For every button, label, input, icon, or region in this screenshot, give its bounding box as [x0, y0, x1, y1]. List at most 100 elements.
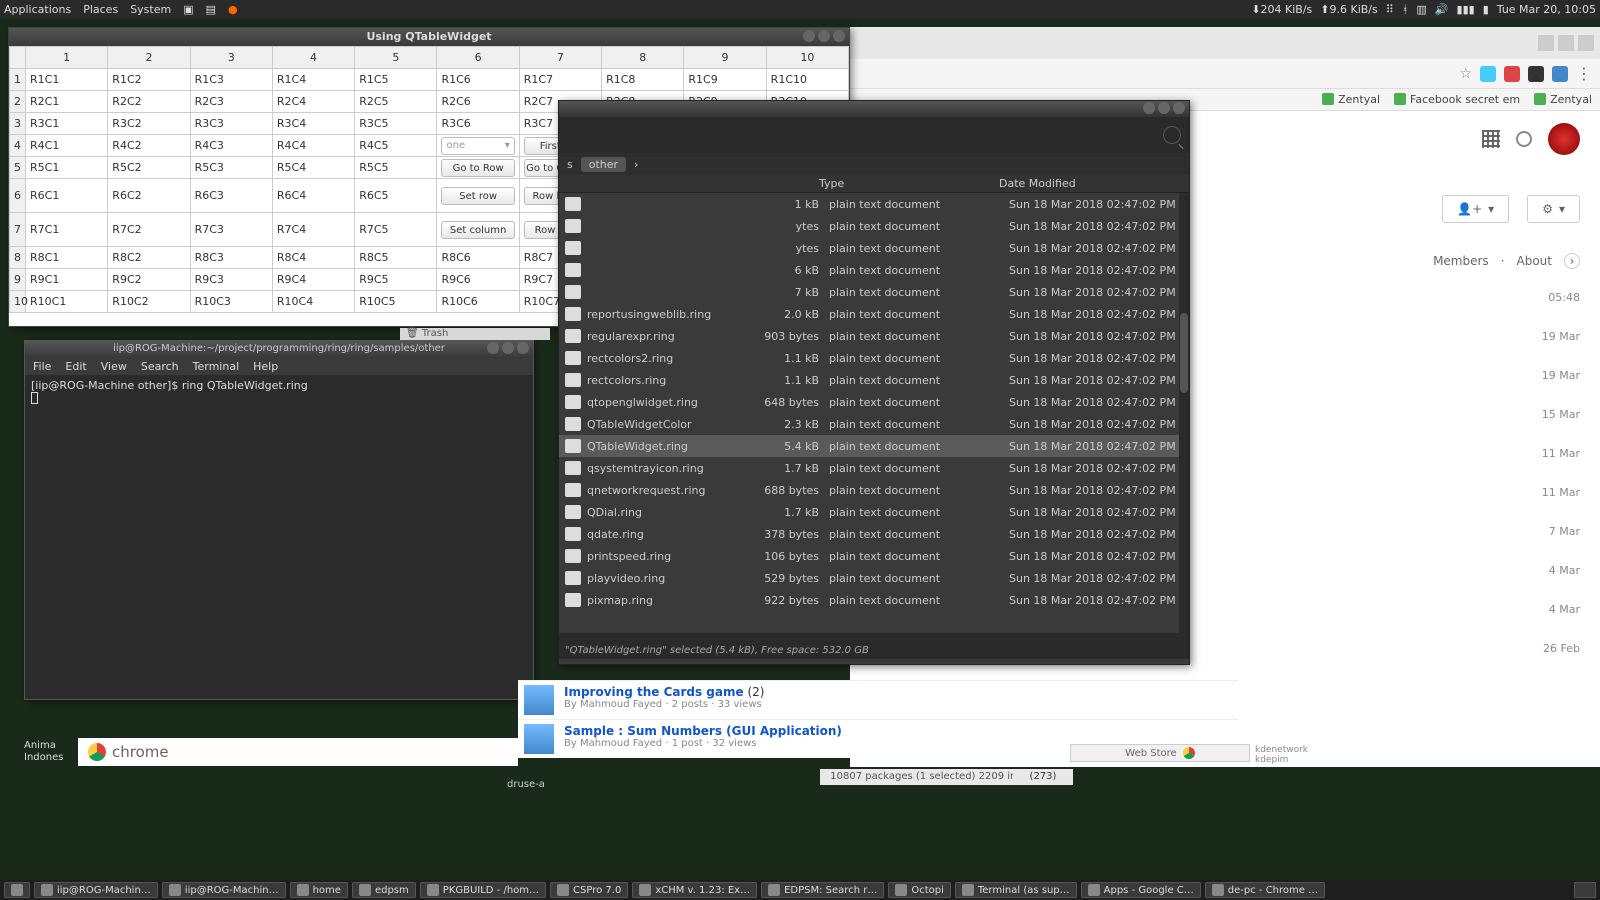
taskbar-button[interactable]: de-pc - Chrome …: [1205, 882, 1325, 898]
table-cell[interactable]: R5C3: [190, 157, 272, 179]
menu-search[interactable]: Search: [141, 360, 179, 373]
window-close-icon[interactable]: [833, 30, 845, 42]
table-cell[interactable]: R6C3: [190, 179, 272, 213]
table-cell[interactable]: R10C3: [190, 291, 272, 313]
taskbar-button[interactable]: iip@ROG-Machin…: [162, 882, 286, 898]
combobox[interactable]: one▾: [441, 137, 514, 155]
fm-file-row[interactable]: qdate.ring378 bytesplain text documentSu…: [559, 523, 1189, 545]
table-cell[interactable]: R4C2: [108, 135, 190, 157]
table-cell[interactable]: R10C1: [26, 291, 108, 313]
table-cell[interactable]: R10C5: [355, 291, 437, 313]
window-maximize-icon[interactable]: [502, 342, 514, 354]
network-icon[interactable]: ▮▮▮: [1457, 3, 1475, 16]
set-column-button[interactable]: Set column: [441, 221, 514, 239]
taskbar-button[interactable]: home: [290, 882, 348, 898]
scrollbar-horizontal[interactable]: [559, 633, 1189, 643]
fm-file-row[interactable]: ytesplain text documentSun 18 Mar 2018 0…: [559, 215, 1189, 237]
star-icon[interactable]: ☆: [1459, 66, 1472, 82]
menu-terminal[interactable]: Terminal: [193, 360, 240, 373]
taskbar-button[interactable]: Terminal (as sup…: [955, 882, 1077, 898]
table-cell[interactable]: R10C2: [108, 291, 190, 313]
table-cell[interactable]: R5C4: [272, 157, 354, 179]
table-cell[interactable]: R2C1: [26, 91, 108, 113]
table-cell[interactable]: R1C7: [519, 69, 601, 91]
chevron-right-icon[interactable]: ›: [1564, 253, 1580, 269]
table-cell[interactable]: R1C4: [272, 69, 354, 91]
breadcrumb-current[interactable]: other: [581, 157, 626, 172]
window-titlebar[interactable]: iip@ROG-Machine:~/project/programming/ri…: [25, 341, 533, 357]
apps-grid-icon[interactable]: [1482, 130, 1500, 148]
table-cell[interactable]: R1C8: [602, 69, 684, 91]
fm-file-row[interactable]: 6 kBplain text documentSun 18 Mar 2018 0…: [559, 259, 1189, 281]
table-cell[interactable]: R8C4: [272, 247, 354, 269]
menu-file[interactable]: File: [33, 360, 51, 373]
table-cell[interactable]: R3C6: [437, 113, 519, 135]
settings-button[interactable]: ⚙ ▾: [1527, 195, 1580, 223]
table-cell[interactable]: R1C2: [108, 69, 190, 91]
tray-icon[interactable]: ▤: [206, 3, 216, 16]
table-cell[interactable]: R2C5: [355, 91, 437, 113]
fm-file-row[interactable]: 1 kBplain text documentSun 18 Mar 2018 0…: [559, 193, 1189, 215]
chrome-urlbar[interactable]: ☆ ⋮: [850, 59, 1600, 89]
table-cell[interactable]: R9C1: [26, 269, 108, 291]
taskbar-button[interactable]: edpsm: [352, 882, 416, 898]
workspace-switcher[interactable]: [1574, 882, 1596, 898]
go-to-row-button[interactable]: Go to Row: [441, 159, 514, 177]
taskbar-button[interactable]: PKGBUILD - /hom…: [420, 882, 546, 898]
table-cell[interactable]: R3C1: [26, 113, 108, 135]
fm-file-row[interactable]: pixmap.ring922 bytesplain text documentS…: [559, 589, 1189, 611]
window-minimize-icon[interactable]: [803, 30, 815, 42]
taskbar-button[interactable]: iip@ROG-Machin…: [34, 882, 158, 898]
table-cell[interactable]: R6C4: [272, 179, 354, 213]
battery-icon[interactable]: ▮: [1483, 3, 1489, 16]
menu-applications[interactable]: Applications: [4, 3, 71, 16]
table-cell[interactable]: R3C5: [355, 113, 437, 135]
table-cell[interactable]: R1C5: [355, 69, 437, 91]
fm-file-row[interactable]: printspeed.ring106 bytesplain text docum…: [559, 545, 1189, 567]
table-cell[interactable]: R7C3: [190, 213, 272, 247]
table-cell[interactable]: R10C4: [272, 291, 354, 313]
window-close-icon[interactable]: [517, 342, 529, 354]
fm-file-row[interactable]: playvideo.ring529 bytesplain text docume…: [559, 567, 1189, 589]
search-icon[interactable]: [1163, 126, 1181, 144]
table-cell[interactable]: R4C4: [272, 135, 354, 157]
table-cell[interactable]: R8C5: [355, 247, 437, 269]
fm-file-row[interactable]: ytesplain text documentSun 18 Mar 2018 0…: [559, 237, 1189, 259]
extension-icon[interactable]: [1528, 66, 1544, 82]
taskbar-button[interactable]: CSPro 7.0: [550, 882, 628, 898]
table-cell[interactable]: R9C5: [355, 269, 437, 291]
fm-file-row[interactable]: reportusingweblib.ring2.0 kBplain text d…: [559, 303, 1189, 325]
fm-file-row[interactable]: rectcolors2.ring1.1 kBplain text documen…: [559, 347, 1189, 369]
tray-icon[interactable]: ▥: [1416, 3, 1426, 16]
notifications-icon[interactable]: [1516, 131, 1532, 147]
menu-places[interactable]: Places: [83, 3, 118, 16]
table-cell[interactable]: R8C3: [190, 247, 272, 269]
menu-edit[interactable]: Edit: [65, 360, 86, 373]
table-cell[interactable]: R6C2: [108, 179, 190, 213]
taskbar-button[interactable]: Apps - Google C…: [1081, 882, 1201, 898]
fm-file-list[interactable]: 1 kBplain text documentSun 18 Mar 2018 0…: [559, 193, 1189, 633]
firefox-icon[interactable]: ●: [228, 3, 238, 16]
table-cell[interactable]: R3C2: [108, 113, 190, 135]
fm-file-row[interactable]: QTableWidget.ring5.4 kBplain text docume…: [559, 435, 1189, 457]
table-cell[interactable]: Set row: [437, 179, 519, 213]
table-cell[interactable]: R8C1: [26, 247, 108, 269]
window-titlebar[interactable]: Using QTableWidget: [9, 28, 849, 46]
webstore-button[interactable]: Web Store: [1070, 744, 1250, 762]
about-link[interactable]: About: [1517, 254, 1552, 268]
table-cell[interactable]: R5C2: [108, 157, 190, 179]
table-cell[interactable]: R1C6: [437, 69, 519, 91]
chrome-launcher[interactable]: chrome: [78, 738, 518, 766]
table-cell[interactable]: R6C5: [355, 179, 437, 213]
table-cell[interactable]: R7C5: [355, 213, 437, 247]
menu-icon[interactable]: ⋮: [1576, 64, 1592, 83]
table-cell[interactable]: R4C1: [26, 135, 108, 157]
window-maximize-icon[interactable]: [1158, 102, 1170, 114]
table-cell[interactable]: Go to Row: [437, 157, 519, 179]
table-cell[interactable]: R1C9: [684, 69, 766, 91]
table-cell[interactable]: R1C10: [766, 69, 848, 91]
avatar[interactable]: [1548, 123, 1580, 155]
table-cell[interactable]: Set column: [437, 213, 519, 247]
window-maximize-icon[interactable]: [818, 30, 830, 42]
table-cell[interactable]: R9C4: [272, 269, 354, 291]
